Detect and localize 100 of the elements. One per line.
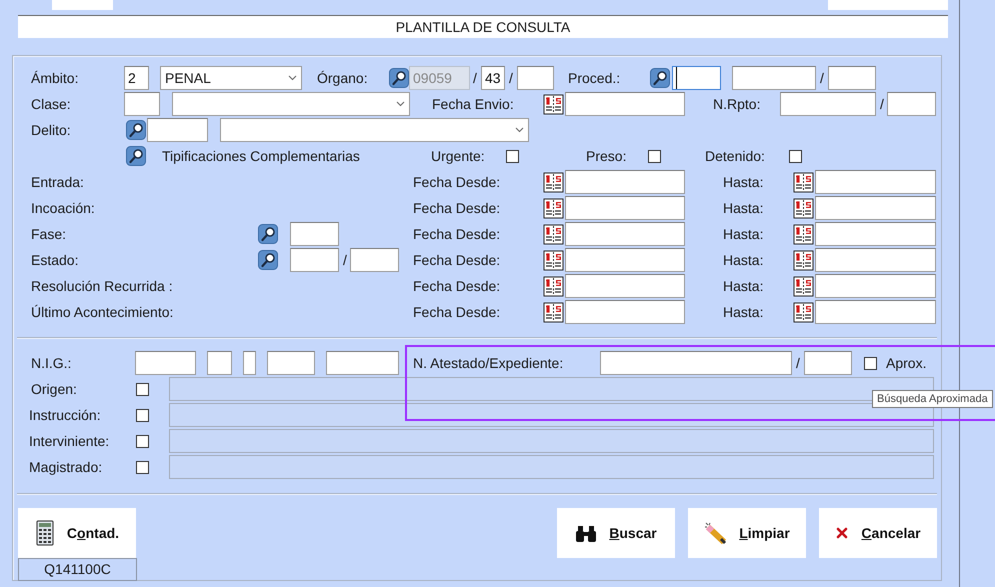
checkbox[interactable] [864,356,877,370]
separator-slash: / [472,69,478,88]
separator-slash: / [795,354,801,373]
calendar-icon[interactable] [793,198,814,218]
field-label: N.Rpto: [713,95,762,114]
input-field[interactable] [326,351,399,375]
checkbox[interactable] [789,150,802,162]
tooltip: Búsqueda Aproximada [872,390,993,408]
calendar-icon[interactable] [543,250,564,270]
checkbox[interactable] [136,408,149,422]
calendar-icon[interactable] [793,276,814,296]
input-field[interactable] [804,351,852,375]
search-icon[interactable] [650,68,670,88]
field-label: Proced.: [568,69,622,88]
calendar-icon[interactable] [543,224,564,244]
input-field[interactable] [147,118,208,142]
input-field[interactable] [243,351,256,375]
search-icon[interactable] [389,68,409,88]
checkbox[interactable] [506,150,519,162]
field-label: Hasta: [723,199,764,218]
input-field[interactable] [732,66,816,90]
calendar-icon[interactable] [543,302,564,322]
input-field[interactable] [828,66,876,90]
separator-slash: / [879,95,885,114]
field-label: Fecha Desde: [413,199,502,218]
clear-button[interactable]: Limpiar [688,508,806,558]
field-label: Hasta: [723,225,764,244]
search-icon[interactable] [258,250,278,270]
field-label: Fecha Envio: [432,95,515,114]
count-button[interactable]: Contad. [18,508,136,558]
input-field[interactable] [565,248,685,272]
status-code: Q141100C [18,558,137,581]
input-field[interactable]: 2 [124,66,149,90]
cancel-button[interactable]: Cancelar [819,508,937,558]
input-field[interactable]: 43 [481,66,505,90]
input-field[interactable] [780,92,876,116]
field-label: Origen: [31,380,78,399]
input-field[interactable] [135,351,196,375]
separator-slash: / [508,69,514,88]
input-field[interactable] [815,222,936,246]
input-field[interactable] [815,274,936,298]
field-label: N. Atestado/Expediente: [413,354,564,373]
input-field[interactable] [290,222,339,246]
field-label: Detenido: [705,147,766,166]
field-label: Incoación: [31,199,96,218]
field-label: Ámbito: [31,69,80,88]
search-icon[interactable] [258,224,278,244]
checkbox[interactable] [648,150,661,162]
input-field[interactable] [267,351,315,375]
field-label: Último Acontecimiento: [31,303,174,322]
input-field[interactable] [565,274,685,298]
field-label: Aprox. [886,354,928,373]
input-field[interactable] [815,248,936,272]
separator-slash: / [819,69,825,88]
search-icon[interactable] [126,120,146,140]
input-field[interactable] [565,300,685,324]
checkbox[interactable] [136,382,149,396]
field-label: Interviniente: [29,432,110,451]
input-field[interactable] [565,196,685,220]
input-field[interactable] [565,222,685,246]
field-label: N.I.G.: [31,354,72,373]
input-field[interactable] [565,170,685,194]
calendar-icon[interactable] [543,198,564,218]
input-field[interactable] [815,196,936,220]
input-field[interactable] [815,170,936,194]
input-field[interactable] [565,92,685,116]
input-field[interactable] [350,248,399,272]
input-field[interactable] [124,92,160,116]
input-field[interactable] [517,66,554,90]
calendar-icon[interactable] [543,172,564,192]
calendar-icon[interactable] [793,224,814,244]
checkbox[interactable] [136,460,149,474]
field-label: Hasta: [723,251,764,270]
dropdown[interactable]: PENAL [160,66,302,90]
dropdown[interactable] [220,118,529,142]
field-label: Fecha Desde: [413,251,502,270]
caret-icon [515,127,524,133]
search-button[interactable]: Buscar [557,508,675,558]
field-label: Tipificaciones Complementarias [162,147,361,166]
field-label: Fecha Desde: [413,277,502,296]
input-field[interactable] [672,66,721,90]
close-icon [835,526,850,540]
field-label: Hasta: [723,173,764,192]
calendar-icon[interactable] [543,276,564,296]
input-field[interactable] [887,92,936,116]
field-label: Delito: [31,121,72,140]
calendar-icon[interactable] [543,94,564,114]
input-field[interactable] [207,351,232,375]
calendar-icon[interactable] [793,172,814,192]
field-label: Urgente: [431,147,486,166]
input-field[interactable] [600,351,792,375]
input-field[interactable] [815,300,936,324]
input-field[interactable] [290,248,339,272]
field-label: Resolución Recurrida : [31,277,174,296]
field-label: Preso: [586,147,628,166]
field-label: Fase: [31,225,68,244]
search-icon[interactable] [126,146,146,166]
calendar-icon[interactable] [793,302,814,322]
calendar-icon[interactable] [793,250,814,270]
checkbox[interactable] [136,434,149,448]
